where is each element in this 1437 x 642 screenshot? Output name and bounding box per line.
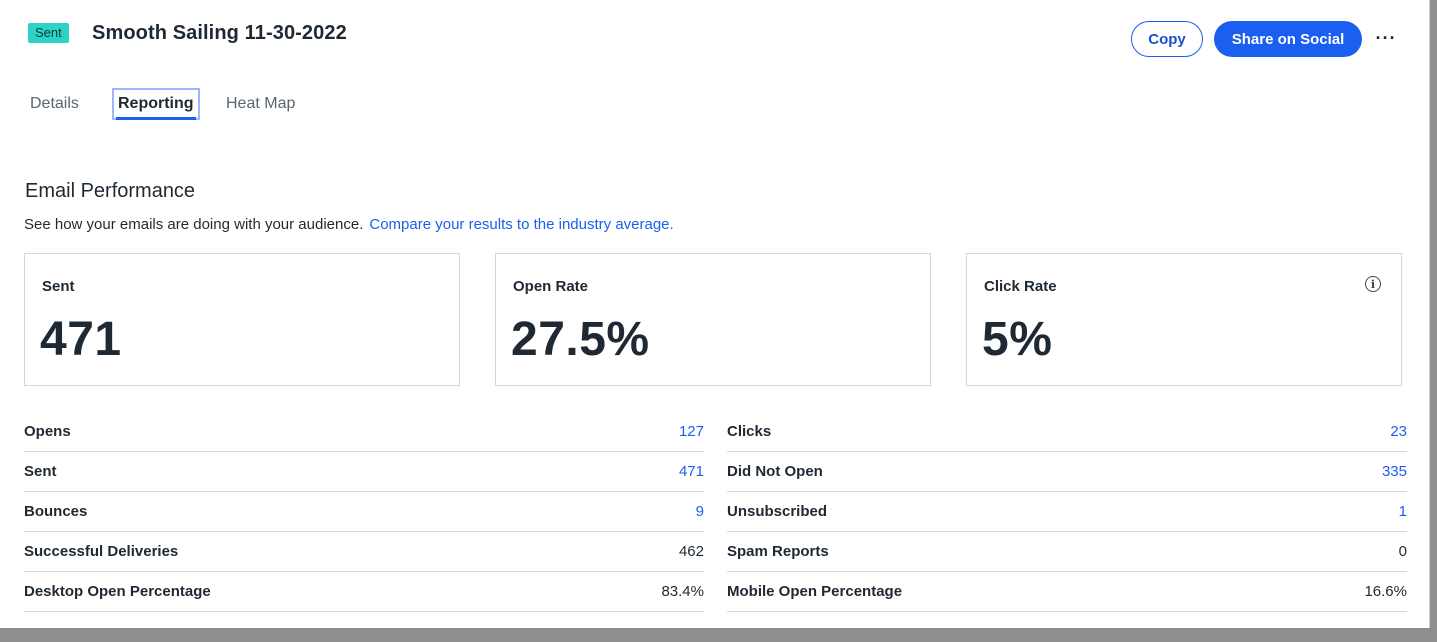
stat-value-link[interactable]: 471 — [679, 463, 704, 480]
industry-average-link[interactable]: Compare your results to the industry ave… — [369, 216, 673, 233]
stat-label: Spam Reports — [727, 543, 829, 560]
card-label: Click Rate — [984, 278, 1057, 295]
stat-value-link[interactable]: 9 — [696, 503, 704, 520]
stat-value-link[interactable]: 127 — [679, 423, 704, 440]
section-subtitle: See how your emails are doing with your … — [24, 216, 674, 233]
table-row: Successful Deliveries 462 — [24, 532, 704, 572]
stat-label: Unsubscribed — [727, 503, 828, 520]
stat-label: Successful Deliveries — [24, 543, 179, 560]
share-on-social-button[interactable]: Share on Social — [1214, 21, 1362, 57]
table-row: Clicks 23 — [727, 412, 1407, 452]
stat-value: 83.4% — [661, 583, 704, 600]
table-row: Spam Reports 0 — [727, 532, 1407, 572]
section-title: Email Performance — [25, 180, 196, 202]
card-value: 471 — [40, 313, 122, 366]
table-row: Mobile Open Percentage 16.6% — [727, 572, 1407, 612]
status-badge: Sent — [28, 23, 69, 43]
stat-value-link[interactable]: 23 — [1390, 423, 1407, 440]
info-icon[interactable]: i — [1365, 276, 1381, 292]
stats-right: Clicks 23 Did Not Open 335 Unsubscribed … — [727, 412, 1407, 612]
table-row: Desktop Open Percentage 83.4% — [24, 572, 704, 612]
card-label: Sent — [42, 278, 75, 295]
stat-value-link[interactable]: 1 — [1399, 503, 1407, 520]
card-value: 5% — [982, 313, 1053, 366]
stats-left: Opens 127 Sent 471 Bounces 9 Successful … — [24, 412, 704, 612]
click-rate-card: Click Rate 5% i — [966, 253, 1402, 386]
table-row: Opens 127 — [24, 412, 704, 452]
table-row: Did Not Open 335 — [727, 452, 1407, 492]
copy-button[interactable]: Copy — [1131, 21, 1203, 57]
card-label: Open Rate — [513, 278, 589, 295]
stat-label: Clicks — [727, 423, 772, 440]
tab-heat-map[interactable]: Heat Map — [226, 92, 295, 116]
table-row: Bounces 9 — [24, 492, 704, 532]
campaign-header: Sent Smooth Sailing 11-30-2022 Copy Shar… — [28, 20, 1399, 62]
campaign-title: Smooth Sailing 11-30-2022 — [92, 22, 347, 44]
stat-label: Mobile Open Percentage — [727, 583, 903, 600]
table-row: Unsubscribed 1 — [727, 492, 1407, 532]
campaign-report-panel: Sent Smooth Sailing 11-30-2022 Copy Shar… — [0, 0, 1430, 628]
stat-value-link[interactable]: 335 — [1382, 463, 1407, 480]
stat-label: Desktop Open Percentage — [24, 583, 211, 600]
tab-reporting[interactable]: Reporting — [112, 88, 200, 120]
stat-label: Opens — [24, 423, 71, 440]
stat-value: 462 — [678, 543, 704, 560]
stat-label: Did Not Open — [727, 463, 823, 480]
open-rate-card: Open Rate 27.5% — [495, 253, 931, 386]
stat-value: 0 — [1398, 543, 1407, 560]
card-value: 27.5% — [511, 313, 650, 366]
tab-details[interactable]: Details — [30, 92, 79, 116]
sent-card: Sent 471 — [24, 253, 460, 386]
table-row: Sent 471 — [24, 452, 704, 492]
stat-value: 16.6% — [1364, 583, 1407, 600]
stat-label: Bounces — [24, 503, 88, 520]
subtitle-text: See how your emails are doing with your … — [24, 216, 364, 233]
more-options-icon[interactable]: ··· — [1374, 26, 1398, 50]
stat-label: Sent — [24, 463, 57, 480]
